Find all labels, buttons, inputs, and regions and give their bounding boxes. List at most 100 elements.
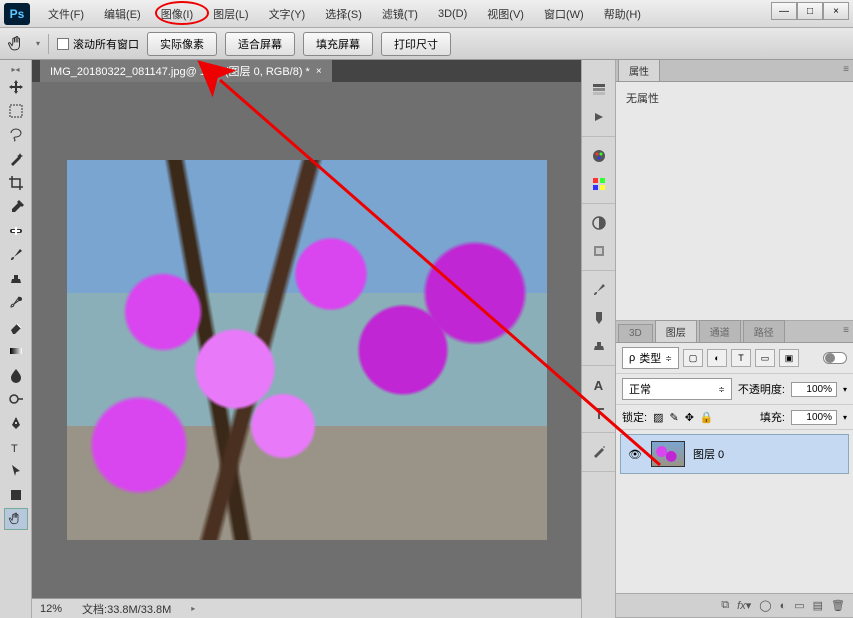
dropdown-icon[interactable]: ▾	[36, 39, 40, 48]
layer-visibility-icon[interactable]: 👁	[627, 448, 643, 461]
minimize-button[interactable]: —	[771, 2, 797, 20]
brush-panel-icon[interactable]	[588, 279, 610, 301]
fill-screen-button[interactable]: 填充屏幕	[303, 32, 373, 56]
layer-mask-icon[interactable]: ◯	[759, 599, 771, 612]
menu-view[interactable]: 视图(V)	[477, 2, 534, 26]
clone-stamp-tool[interactable]	[4, 268, 28, 290]
magic-wand-tool[interactable]	[4, 148, 28, 170]
filter-pixel-icon[interactable]: ▢	[683, 349, 703, 367]
canvas-viewport[interactable]	[32, 82, 581, 598]
pen-tool[interactable]	[4, 412, 28, 434]
layer-thumbnail[interactable]	[651, 441, 685, 467]
3d-tab[interactable]: 3D	[618, 324, 653, 342]
app-logo: Ps	[4, 3, 30, 25]
channels-tab[interactable]: 通道	[699, 320, 741, 342]
lock-all-icon[interactable]: 🔒	[700, 411, 714, 424]
layer-style-icon[interactable]: fx▾	[737, 599, 751, 612]
document-tab-bar: IMG_20180322_081147.jpg@ 12% (图层 0, RGB/…	[32, 60, 581, 82]
filter-adjust-icon[interactable]: ◐	[707, 349, 727, 367]
eyedropper-tool[interactable]	[4, 196, 28, 218]
zoom-level[interactable]: 12%	[40, 603, 62, 615]
lock-pixels-icon[interactable]: ✎	[669, 411, 678, 424]
paragraph-panel-icon[interactable]	[588, 402, 610, 424]
opacity-label: 不透明度:	[738, 381, 785, 397]
blend-mode-dropdown[interactable]: 正常≑	[622, 378, 732, 400]
tool-presets-panel-icon[interactable]	[588, 441, 610, 463]
history-brush-tool[interactable]	[4, 292, 28, 314]
lock-transparency-icon[interactable]: ▨	[653, 411, 663, 424]
panel-menu-icon[interactable]: ≡	[843, 64, 849, 75]
group-icon[interactable]: ▭	[794, 599, 804, 612]
actual-pixels-button[interactable]: 实际像素	[147, 32, 217, 56]
eraser-tool[interactable]	[4, 316, 28, 338]
path-select-tool[interactable]	[4, 460, 28, 482]
marquee-tool[interactable]	[4, 100, 28, 122]
filter-kind-dropdown[interactable]: ρ类型≑	[622, 347, 679, 369]
brush-tool[interactable]	[4, 244, 28, 266]
close-button[interactable]: ×	[823, 2, 849, 20]
gradient-tool[interactable]	[4, 340, 28, 362]
styles-panel-icon[interactable]	[588, 240, 610, 262]
clone-source-panel-icon[interactable]	[588, 335, 610, 357]
shape-tool[interactable]	[4, 484, 28, 506]
menu-select[interactable]: 选择(S)	[315, 2, 372, 26]
fill-field[interactable]: 100%	[791, 410, 837, 425]
maximize-button[interactable]: □	[797, 2, 823, 20]
dodge-tool[interactable]	[4, 388, 28, 410]
layer-name[interactable]: 图层 0	[693, 446, 724, 462]
document-tab[interactable]: IMG_20180322_081147.jpg@ 12% (图层 0, RGB/…	[40, 60, 332, 82]
no-properties-label: 无属性	[626, 93, 659, 105]
tools-collapse-grip[interactable]: ▸◂	[2, 64, 30, 74]
filter-smart-icon[interactable]: ▣	[779, 349, 799, 367]
lasso-tool[interactable]	[4, 124, 28, 146]
swatches-panel-icon[interactable]	[588, 173, 610, 195]
properties-tab[interactable]: 属性	[618, 59, 660, 81]
actions-panel-icon[interactable]	[588, 106, 610, 128]
layers-panel: 3D 图层 通道 路径 ≡ ρ类型≑ ▢ ◐ T ▭ ▣ 正常≑	[616, 321, 853, 618]
link-layers-icon[interactable]: ⧉	[721, 599, 729, 612]
scroll-all-label: 滚动所有窗口	[73, 36, 139, 52]
canvas-area: IMG_20180322_081147.jpg@ 12% (图层 0, RGB/…	[32, 60, 581, 618]
paths-tab[interactable]: 路径	[743, 320, 785, 342]
opacity-field[interactable]: 100%	[791, 382, 837, 397]
svg-text:T: T	[11, 443, 18, 455]
menu-filter[interactable]: 滤镜(T)	[372, 2, 428, 26]
document-tab-close[interactable]: ×	[316, 66, 322, 77]
brush-presets-panel-icon[interactable]	[588, 307, 610, 329]
filter-shape-icon[interactable]: ▭	[755, 349, 775, 367]
menu-layer[interactable]: 图层(L)	[203, 2, 258, 26]
new-layer-icon[interactable]: ▤	[813, 599, 823, 612]
options-bar: ▾ 滚动所有窗口 实际像素 适合屏幕 填充屏幕 打印尺寸	[0, 28, 853, 60]
filter-type-icon[interactable]: T	[731, 349, 751, 367]
panel-menu-icon[interactable]: ≡	[843, 325, 849, 336]
menu-edit[interactable]: 编辑(E)	[94, 2, 151, 26]
layers-tab[interactable]: 图层	[655, 320, 697, 342]
scroll-all-checkbox[interactable]: 滚动所有窗口	[57, 36, 139, 52]
adjustments-panel-icon[interactable]	[588, 212, 610, 234]
color-panel-icon[interactable]	[588, 145, 610, 167]
hand-tool[interactable]	[4, 508, 28, 530]
menu-window[interactable]: 窗口(W)	[534, 2, 594, 26]
print-size-button[interactable]: 打印尺寸	[381, 32, 451, 56]
document-image	[67, 160, 547, 540]
blur-tool[interactable]	[4, 364, 28, 386]
menu-3d[interactable]: 3D(D)	[428, 4, 477, 24]
type-tool[interactable]: T	[4, 436, 28, 458]
hand-tool-icon[interactable]	[6, 33, 28, 55]
character-panel-icon[interactable]: A	[588, 374, 610, 396]
menu-help[interactable]: 帮助(H)	[594, 2, 651, 26]
crop-tool[interactable]	[4, 172, 28, 194]
delete-layer-icon[interactable]: 🗑	[831, 599, 845, 612]
lock-position-icon[interactable]: ✥	[685, 411, 694, 424]
move-tool[interactable]	[4, 76, 28, 98]
history-panel-icon[interactable]	[588, 78, 610, 100]
fit-screen-button[interactable]: 适合屏幕	[225, 32, 295, 56]
tools-panel: ▸◂ T	[0, 60, 32, 618]
menu-type[interactable]: 文字(Y)	[259, 2, 316, 26]
menu-file[interactable]: 文件(F)	[38, 2, 94, 26]
layer-item[interactable]: 👁 图层 0	[620, 434, 849, 474]
menu-image[interactable]: 图像(I)	[151, 2, 203, 26]
healing-brush-tool[interactable]	[4, 220, 28, 242]
filter-toggle[interactable]	[823, 352, 847, 364]
adjustment-layer-icon[interactable]: ◐	[780, 600, 787, 612]
